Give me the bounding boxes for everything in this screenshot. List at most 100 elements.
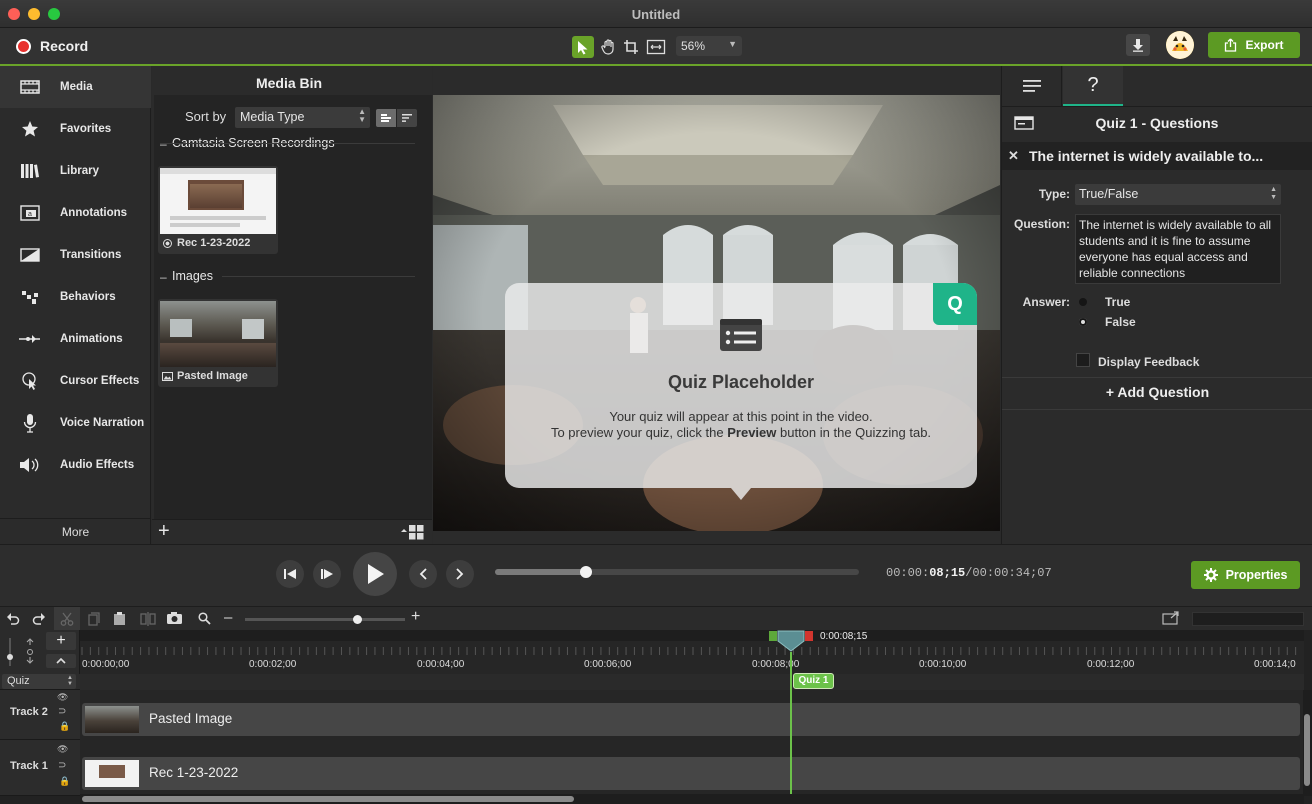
selection-start-handle[interactable] xyxy=(769,631,777,641)
undo-icon[interactable] xyxy=(6,611,20,625)
quiz-pointer xyxy=(731,488,751,500)
video-canvas[interactable]: Q Quiz Placeholder Your quiz will appear… xyxy=(433,95,1000,531)
split-icon[interactable] xyxy=(140,612,156,626)
magnet-icon[interactable]: ⊃ xyxy=(58,760,66,771)
redo-icon[interactable] xyxy=(32,611,46,625)
media-bin-title: Media Bin xyxy=(255,75,323,91)
select-tool-button[interactable] xyxy=(572,36,594,58)
quiz-track-lane[interactable] xyxy=(80,674,1304,690)
export-button[interactable]: Export xyxy=(1208,32,1300,58)
horizontal-scrollbar[interactable] xyxy=(80,794,1304,804)
delete-question-icon[interactable]: ✕ xyxy=(1008,148,1019,164)
paste-icon[interactable] xyxy=(113,611,126,626)
collapse-tracks-button[interactable] xyxy=(46,654,76,668)
sidebar-item-media[interactable]: Media xyxy=(0,66,151,108)
detail-view-button[interactable] xyxy=(397,109,417,127)
track-header[interactable]: Track 2 👁 ⊃ 🔒 xyxy=(0,690,80,740)
quiz-placeholder-line1: Your quiz will appear at this point in t… xyxy=(609,409,873,424)
track-height-control[interactable] xyxy=(7,638,17,666)
timeline-search-field[interactable] xyxy=(1192,612,1304,626)
download-button[interactable] xyxy=(1126,34,1150,56)
sort-by-label: Sort by xyxy=(185,109,227,124)
properties-button[interactable]: Properties xyxy=(1191,561,1300,589)
zoom-fit-icon[interactable] xyxy=(24,638,36,664)
detach-timeline-icon[interactable] xyxy=(1162,611,1180,625)
timeline-clip[interactable]: Pasted Image xyxy=(82,703,1300,736)
previous-marker-button[interactable] xyxy=(409,560,437,588)
zoom-slider[interactable] xyxy=(245,615,405,624)
tools-sidebar: Media Favorites Library a Annotations Tr… xyxy=(0,66,151,544)
question-row[interactable]: ✕ The internet is widely available to... xyxy=(1002,142,1312,170)
quiz-track-dropdown[interactable]: Quiz ▲ ▼ xyxy=(2,674,76,689)
media-item[interactable]: Rec 1-23-2022 xyxy=(158,166,278,254)
add-media-button[interactable]: + xyxy=(158,521,170,541)
pan-tool-button[interactable] xyxy=(598,36,618,58)
collapse-group-icon[interactable]: – xyxy=(160,137,167,151)
collapse-group-icon[interactable]: – xyxy=(160,270,167,284)
sidebar-item-transitions[interactable]: Transitions xyxy=(0,234,151,276)
avatar[interactable] xyxy=(1166,31,1194,59)
snapshot-camera-icon[interactable] xyxy=(166,611,183,625)
answer-true-radio[interactable] xyxy=(1079,298,1087,306)
timeline-clip[interactable]: Rec 1-23-2022 xyxy=(82,757,1300,790)
answer-false-radio[interactable] xyxy=(1079,318,1087,326)
type-dropdown[interactable]: True/False ▲ ▼ xyxy=(1075,184,1281,205)
zoom-slider-handle[interactable] xyxy=(353,615,362,624)
sidebar-item-behaviors[interactable]: Behaviors xyxy=(0,276,151,318)
eye-icon[interactable]: 👁 xyxy=(57,744,68,755)
quiz-placeholder-card[interactable]: Q Quiz Placeholder Your quiz will appear… xyxy=(505,283,977,500)
media-item[interactable]: Pasted Image xyxy=(158,299,278,387)
sidebar-item-library[interactable]: Library xyxy=(0,150,151,192)
eye-icon[interactable]: 👁 xyxy=(57,692,68,703)
timeline-ruler[interactable]: 0:00:00;00 0:00:02;00 0:00:04;00 0:00:06… xyxy=(80,630,1304,674)
scrub-handle[interactable] xyxy=(580,566,592,578)
display-feedback-checkbox[interactable] xyxy=(1076,353,1090,367)
lock-icon[interactable]: 🔒 xyxy=(59,776,70,787)
sidebar-item-cursor-effects[interactable]: Cursor Effects xyxy=(0,360,151,402)
selection-end-handle[interactable] xyxy=(805,631,813,641)
fit-tool-button[interactable] xyxy=(645,36,667,58)
sidebar-item-voice-narration[interactable]: Voice Narration xyxy=(0,402,151,444)
answer-label: Answer: xyxy=(1022,295,1070,309)
zoom-dropdown[interactable]: 56% ▼ xyxy=(676,36,742,56)
sort-by-dropdown[interactable]: Media Type ▲ ▼ xyxy=(235,107,370,128)
add-question-button[interactable]: + Add Question xyxy=(1002,384,1312,400)
copy-icon[interactable] xyxy=(88,612,100,626)
track-header[interactable]: Track 1 👁 ⊃ 🔒 xyxy=(0,740,80,796)
sidebar-item-animations[interactable]: Animations xyxy=(0,318,151,360)
play-button[interactable] xyxy=(353,552,397,596)
tab-quiz-help[interactable]: ? xyxy=(1063,66,1123,106)
crop-tool-button[interactable] xyxy=(621,36,641,58)
record-button[interactable]: Record xyxy=(16,38,88,54)
previous-frame-button[interactable] xyxy=(276,560,304,588)
grid-view-button[interactable] xyxy=(400,524,426,540)
horizontal-scrollbar-thumb[interactable] xyxy=(82,796,574,802)
quiz-track-header[interactable]: Quiz ▲ ▼ xyxy=(0,674,80,690)
cut-icon[interactable] xyxy=(60,612,74,626)
add-track-button[interactable]: + xyxy=(46,632,76,650)
tab-properties[interactable] xyxy=(1002,66,1062,106)
quiz-marker[interactable]: Quiz 1 xyxy=(793,673,834,689)
zoom-in-button[interactable]: + xyxy=(411,608,420,626)
clip-label: Pasted Image xyxy=(149,711,233,726)
ruler-label: 0:00:12;00 xyxy=(1087,659,1135,670)
animation-icon xyxy=(19,335,40,343)
thumbnail-view-button[interactable] xyxy=(376,109,396,127)
lock-icon[interactable]: 🔒 xyxy=(59,721,70,732)
scrub-bar[interactable] xyxy=(495,566,859,578)
zoom-out-button[interactable]: – xyxy=(224,609,232,626)
more-button[interactable]: More xyxy=(0,518,151,544)
next-frame-button[interactable] xyxy=(313,560,341,588)
zoom-magnifier-icon[interactable] xyxy=(198,612,211,625)
magnet-icon[interactable]: ⊃ xyxy=(58,706,66,717)
question-textarea[interactable]: The internet is widely available to all … xyxy=(1075,214,1281,284)
vertical-scrollbar[interactable] xyxy=(1303,690,1312,796)
next-marker-button[interactable] xyxy=(446,560,474,588)
image-thumbnail xyxy=(160,301,276,367)
sidebar-item-annotations[interactable]: a Annotations xyxy=(0,192,151,234)
sidebar-item-audio-effects[interactable]: Audio Effects xyxy=(0,444,151,486)
playhead-handle[interactable] xyxy=(777,630,805,652)
sidebar-item-label: Media xyxy=(60,81,93,93)
annotation-icon: a xyxy=(20,205,40,221)
sidebar-item-favorites[interactable]: Favorites xyxy=(0,108,151,150)
